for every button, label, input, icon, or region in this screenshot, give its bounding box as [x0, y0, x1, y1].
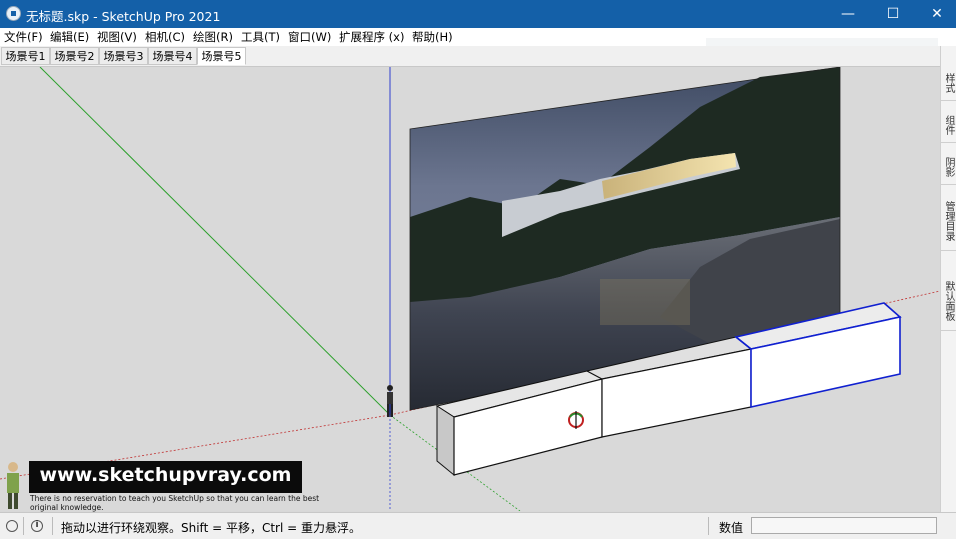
close-button[interactable]: ✕ — [914, 0, 956, 28]
side-tab-components[interactable]: 组件 — [941, 108, 956, 143]
status-hint-text: 拖动以进行环绕观察。Shift = 平移，Ctrl = 重力悬浮。 — [61, 521, 361, 535]
menu-edit[interactable]: 编辑(E) — [50, 29, 89, 45]
default-tray-panel: 样式 组件 阴影 管理目录 默认面板 — [940, 46, 956, 512]
drawing-viewport[interactable] — [0, 67, 940, 511]
status-separator — [708, 517, 709, 535]
info-icon[interactable]: i — [31, 520, 43, 532]
scene-tab-5[interactable]: 场景号5 — [197, 47, 246, 65]
menu-draw[interactable]: 绘图(R) — [193, 29, 233, 45]
maximize-button[interactable]: ☐ — [870, 0, 916, 28]
scene-tab-2[interactable]: 场景号2 — [50, 47, 99, 65]
status-separator — [23, 517, 24, 535]
menu-help[interactable]: 帮助(H) — [412, 29, 453, 45]
status-separator — [52, 517, 53, 535]
watermark-url: www.sketchupvray.com — [39, 464, 292, 486]
green-axis — [39, 67, 391, 416]
scene-tab-1[interactable]: 场景号1 — [1, 47, 50, 65]
menu-window[interactable]: 窗口(W) — [288, 29, 331, 45]
measurements-label: 数值 — [719, 521, 744, 535]
menu-extensions[interactable]: 扩展程序 (x) — [339, 29, 404, 45]
scene-tab-bar: 场景号1 场景号2 场景号3 场景号4 场景号5 — [0, 46, 940, 67]
scene-tab-4[interactable]: 场景号4 — [148, 47, 197, 65]
side-tab-manage-directory[interactable]: 管理目录 — [941, 192, 956, 251]
menu-file[interactable]: 文件(F) — [4, 29, 43, 45]
app-icon[interactable] — [6, 6, 21, 21]
measurements-input[interactable] — [751, 517, 937, 534]
title-bar: 无标题.skp - SketchUp Pro 2021 — ☐ ✕ — [0, 0, 956, 28]
side-tab-styles[interactable]: 样式 — [941, 66, 956, 101]
geolocation-icon[interactable] — [6, 520, 18, 532]
watermark-banner: www.sketchupvray.com — [29, 461, 302, 493]
side-tab-shadows[interactable]: 阴影 — [941, 150, 956, 185]
menu-view[interactable]: 视图(V) — [97, 29, 137, 45]
presenter-figure — [7, 462, 19, 509]
menu-camera[interactable]: 相机(C) — [145, 29, 185, 45]
menu-tools[interactable]: 工具(T) — [241, 29, 280, 45]
minimize-button[interactable]: — — [825, 0, 871, 28]
scene-canvas[interactable] — [0, 67, 940, 511]
scene-tab-3[interactable]: 场景号3 — [99, 47, 148, 65]
watermark-note: There is no reservation to teach you Ske… — [30, 494, 320, 512]
status-bar: i 拖动以进行环绕观察。Shift = 平移，Ctrl = 重力悬浮。 数值 — [0, 512, 956, 539]
window-title: 无标题.skp - SketchUp Pro 2021 — [26, 9, 221, 24]
side-tab-default-tray[interactable]: 默认面板 — [941, 272, 956, 331]
